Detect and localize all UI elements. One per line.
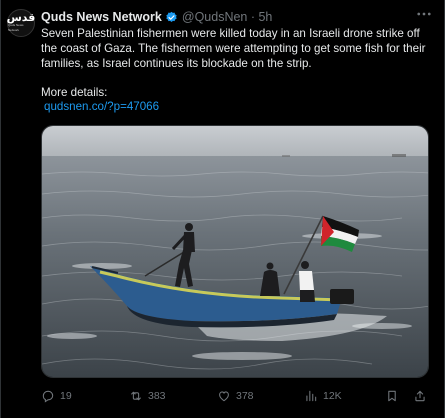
views-button[interactable]: 12K [304,386,342,406]
reply-button[interactable]: 19 [41,386,72,406]
reply-icon [42,390,54,403]
like-icon [219,391,229,402]
repost-count: 383 [148,390,166,402]
bookmark-button[interactable] [385,386,404,406]
bookmark-icon [388,390,396,402]
views-count: 12K [323,390,342,402]
share-button[interactable] [413,386,432,406]
share-icon [415,390,425,402]
repost-icon [131,391,141,401]
like-count: 378 [236,390,254,402]
left-border [0,0,1,418]
avatar-logo-text: قدس [6,11,36,24]
tweet-text-line-3: families, as Israel continues its blocka… [41,57,312,71]
avatar-logo-subtext: Quds News Network [8,23,24,32]
views-icon [306,390,317,402]
more-icon[interactable] [412,5,436,23]
tweet-text-line-1: Seven Palestinian fishermen were killed … [41,27,420,40]
tweet-text-line-2: the coast of Gaza. The fishermen were at… [41,42,426,56]
photo-fishermen-boat [42,126,428,377]
tweet-card[interactable]: قدس Quds News Network Quds News Network … [0,0,445,418]
reply-count: 19 [60,390,72,402]
tweet-text: Seven Palestinian fishermen were killed … [41,26,437,72]
repost-button[interactable]: 383 [129,386,166,406]
handle-and-time[interactable]: @QudsNen · 5h [182,10,273,24]
tweet-header: Quds News Network @QudsNen · 5h [41,9,272,25]
avatar[interactable]: قدس Quds News Network [7,9,35,37]
article-link[interactable]: qudsnen.co/?p=47066 [44,100,159,113]
details-label: More details: [41,86,108,99]
like-button[interactable]: 378 [217,386,254,406]
tweet-photo[interactable] [41,125,429,378]
display-name[interactable]: Quds News Network [41,10,162,24]
verified-badge-icon[interactable] [165,11,178,24]
more-icon-glyph [417,12,431,16]
action-bar: 19 383 378 12K [41,386,437,406]
